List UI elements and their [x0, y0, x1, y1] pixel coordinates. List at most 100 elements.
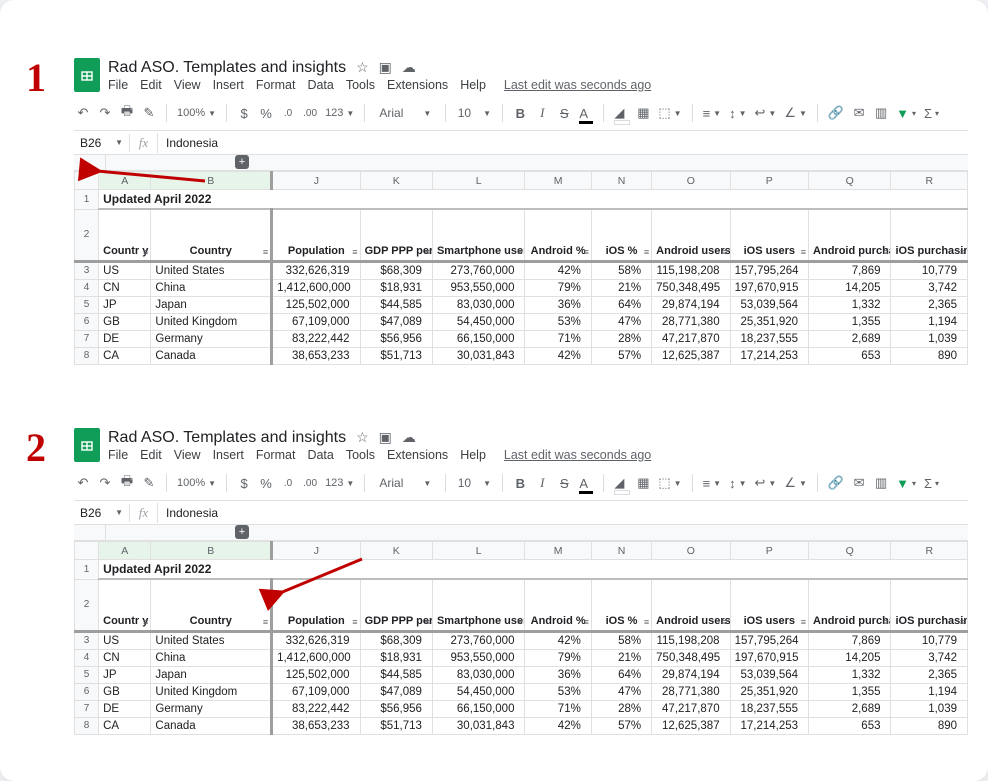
cell[interactable]: 42%: [525, 717, 591, 734]
header-cell[interactable]: Android %≡: [525, 209, 591, 261]
header-cell[interactable]: Android purchasing power index≡: [809, 579, 891, 631]
cell[interactable]: 54,450,000: [432, 313, 525, 330]
cloud-icon[interactable]: ☁: [402, 59, 416, 76]
cell[interactable]: 1,412,600,000: [272, 649, 360, 666]
undo-icon[interactable]: ↶: [76, 475, 90, 491]
filter-icon[interactable]: ≡: [960, 247, 965, 257]
cell[interactable]: 1,194: [891, 313, 968, 330]
table-row[interactable]: 7DEGermany83,222,442$56,95666,150,00071%…: [75, 700, 968, 717]
cell[interactable]: 54,450,000: [432, 683, 525, 700]
print-icon[interactable]: 🖶: [120, 472, 134, 494]
functions-icon[interactable]: Σ▾: [924, 106, 939, 121]
cell[interactable]: Germany: [151, 700, 272, 717]
col-header[interactable]: P: [730, 172, 808, 190]
cell[interactable]: $68,309: [360, 631, 432, 649]
cell[interactable]: 66,150,000: [432, 700, 525, 717]
font-size-select[interactable]: 10▼: [456, 476, 492, 490]
cell[interactable]: $47,089: [360, 683, 432, 700]
cell[interactable]: 67,109,000: [272, 683, 360, 700]
cell[interactable]: 273,760,000: [432, 261, 525, 279]
col-header[interactable]: N: [591, 172, 651, 190]
formula-input[interactable]: Indonesia: [158, 504, 226, 522]
currency-icon[interactable]: $: [237, 106, 251, 121]
col-header[interactable]: B: [151, 172, 272, 190]
cell[interactable]: CA: [99, 347, 151, 364]
col-header[interactable]: L: [432, 172, 525, 190]
menu-insert[interactable]: Insert: [213, 448, 244, 462]
col-header[interactable]: M: [525, 542, 591, 560]
cell[interactable]: $51,713: [360, 717, 432, 734]
col-header[interactable]: R: [891, 172, 968, 190]
percent-icon[interactable]: %: [259, 106, 273, 121]
cell[interactable]: Canada: [151, 717, 272, 734]
menu-file[interactable]: File: [108, 448, 128, 462]
cell[interactable]: US: [99, 261, 151, 279]
italic-icon[interactable]: I: [535, 105, 549, 121]
cell[interactable]: 115,198,208: [652, 261, 730, 279]
cell[interactable]: $18,931: [360, 279, 432, 296]
filter-icon[interactable]: ▼▾: [896, 476, 916, 491]
cell[interactable]: 53%: [525, 683, 591, 700]
cell[interactable]: 12,625,387: [652, 347, 730, 364]
redo-icon[interactable]: ↷: [98, 105, 112, 121]
font-select[interactable]: Arial▼: [375, 106, 435, 120]
row-header[interactable]: 1: [75, 560, 99, 580]
increase-decimal-icon[interactable]: .00: [303, 108, 317, 119]
cell[interactable]: 58%: [591, 631, 651, 649]
borders-icon[interactable]: ▦: [636, 105, 650, 121]
col-header[interactable]: Q: [809, 542, 891, 560]
rotate-icon[interactable]: ∠▼: [784, 475, 807, 491]
cell[interactable]: 83,030,000: [432, 296, 525, 313]
zoom-select[interactable]: 100%▼: [177, 477, 216, 489]
table-row[interactable]: 3USUnited States332,626,319$68,309273,76…: [75, 261, 968, 279]
cell[interactable]: $44,585: [360, 666, 432, 683]
header-cell[interactable]: iOS purchasing power index≡: [891, 579, 968, 631]
paint-format-icon[interactable]: ✎: [142, 475, 156, 491]
filter-icon[interactable]: ≡: [425, 617, 430, 627]
zoom-select[interactable]: 100%▼: [177, 107, 216, 119]
cell[interactable]: 157,795,264: [730, 631, 808, 649]
cell[interactable]: 332,626,319: [272, 261, 360, 279]
cell[interactable]: $47,089: [360, 313, 432, 330]
cell[interactable]: 47,217,870: [652, 330, 730, 347]
header-cell[interactable]: Countr y code≡: [99, 209, 151, 261]
cell[interactable]: 125,502,000: [272, 666, 360, 683]
merge-icon[interactable]: ⬚▼: [658, 105, 681, 121]
currency-icon[interactable]: $: [237, 476, 251, 491]
filter-icon[interactable]: ≡: [644, 247, 649, 257]
cell[interactable]: 653: [809, 347, 891, 364]
cell[interactable]: 7,869: [809, 631, 891, 649]
filter-icon[interactable]: ≡: [801, 247, 806, 257]
document-title[interactable]: Rad ASO. Templates and insights: [108, 59, 346, 77]
last-edit-link[interactable]: Last edit was seconds ago: [504, 448, 651, 462]
col-header[interactable]: Q: [809, 172, 891, 190]
row-header[interactable]: 4: [75, 649, 99, 666]
col-header[interactable]: K: [360, 172, 432, 190]
col-header[interactable]: A: [99, 172, 151, 190]
star-icon[interactable]: ☆: [356, 429, 369, 446]
cell[interactable]: 21%: [591, 649, 651, 666]
header-cell[interactable]: GDP PPP per capita≡: [360, 579, 432, 631]
cell[interactable]: 10,779: [891, 631, 968, 649]
cell[interactable]: 71%: [525, 330, 591, 347]
cell[interactable]: $68,309: [360, 261, 432, 279]
filter-icon[interactable]: ≡: [263, 617, 268, 627]
cell[interactable]: 1,039: [891, 330, 968, 347]
bold-icon[interactable]: B: [513, 106, 527, 121]
cell[interactable]: China: [151, 649, 272, 666]
header-cell[interactable]: Android users≡: [652, 209, 730, 261]
menu-tools[interactable]: Tools: [346, 78, 375, 92]
table-row[interactable]: 6GBUnited Kingdom67,109,000$47,08954,450…: [75, 313, 968, 330]
filter-icon[interactable]: ≡: [143, 617, 148, 627]
header-cell[interactable]: Smartphone users≡: [432, 209, 525, 261]
cell[interactable]: 47%: [591, 313, 651, 330]
cell[interactable]: 750,348,495: [652, 279, 730, 296]
filter-icon[interactable]: ≡: [883, 247, 888, 257]
formula-input[interactable]: Indonesia: [158, 134, 226, 152]
menu-help[interactable]: Help: [460, 78, 486, 92]
cell[interactable]: DE: [99, 700, 151, 717]
col-header[interactable]: J: [272, 542, 360, 560]
spreadsheet-grid-1[interactable]: A B J K L M N O P Q R 1 Updated April 20…: [74, 171, 968, 365]
cell[interactable]: 66,150,000: [432, 330, 525, 347]
menu-extensions[interactable]: Extensions: [387, 448, 448, 462]
